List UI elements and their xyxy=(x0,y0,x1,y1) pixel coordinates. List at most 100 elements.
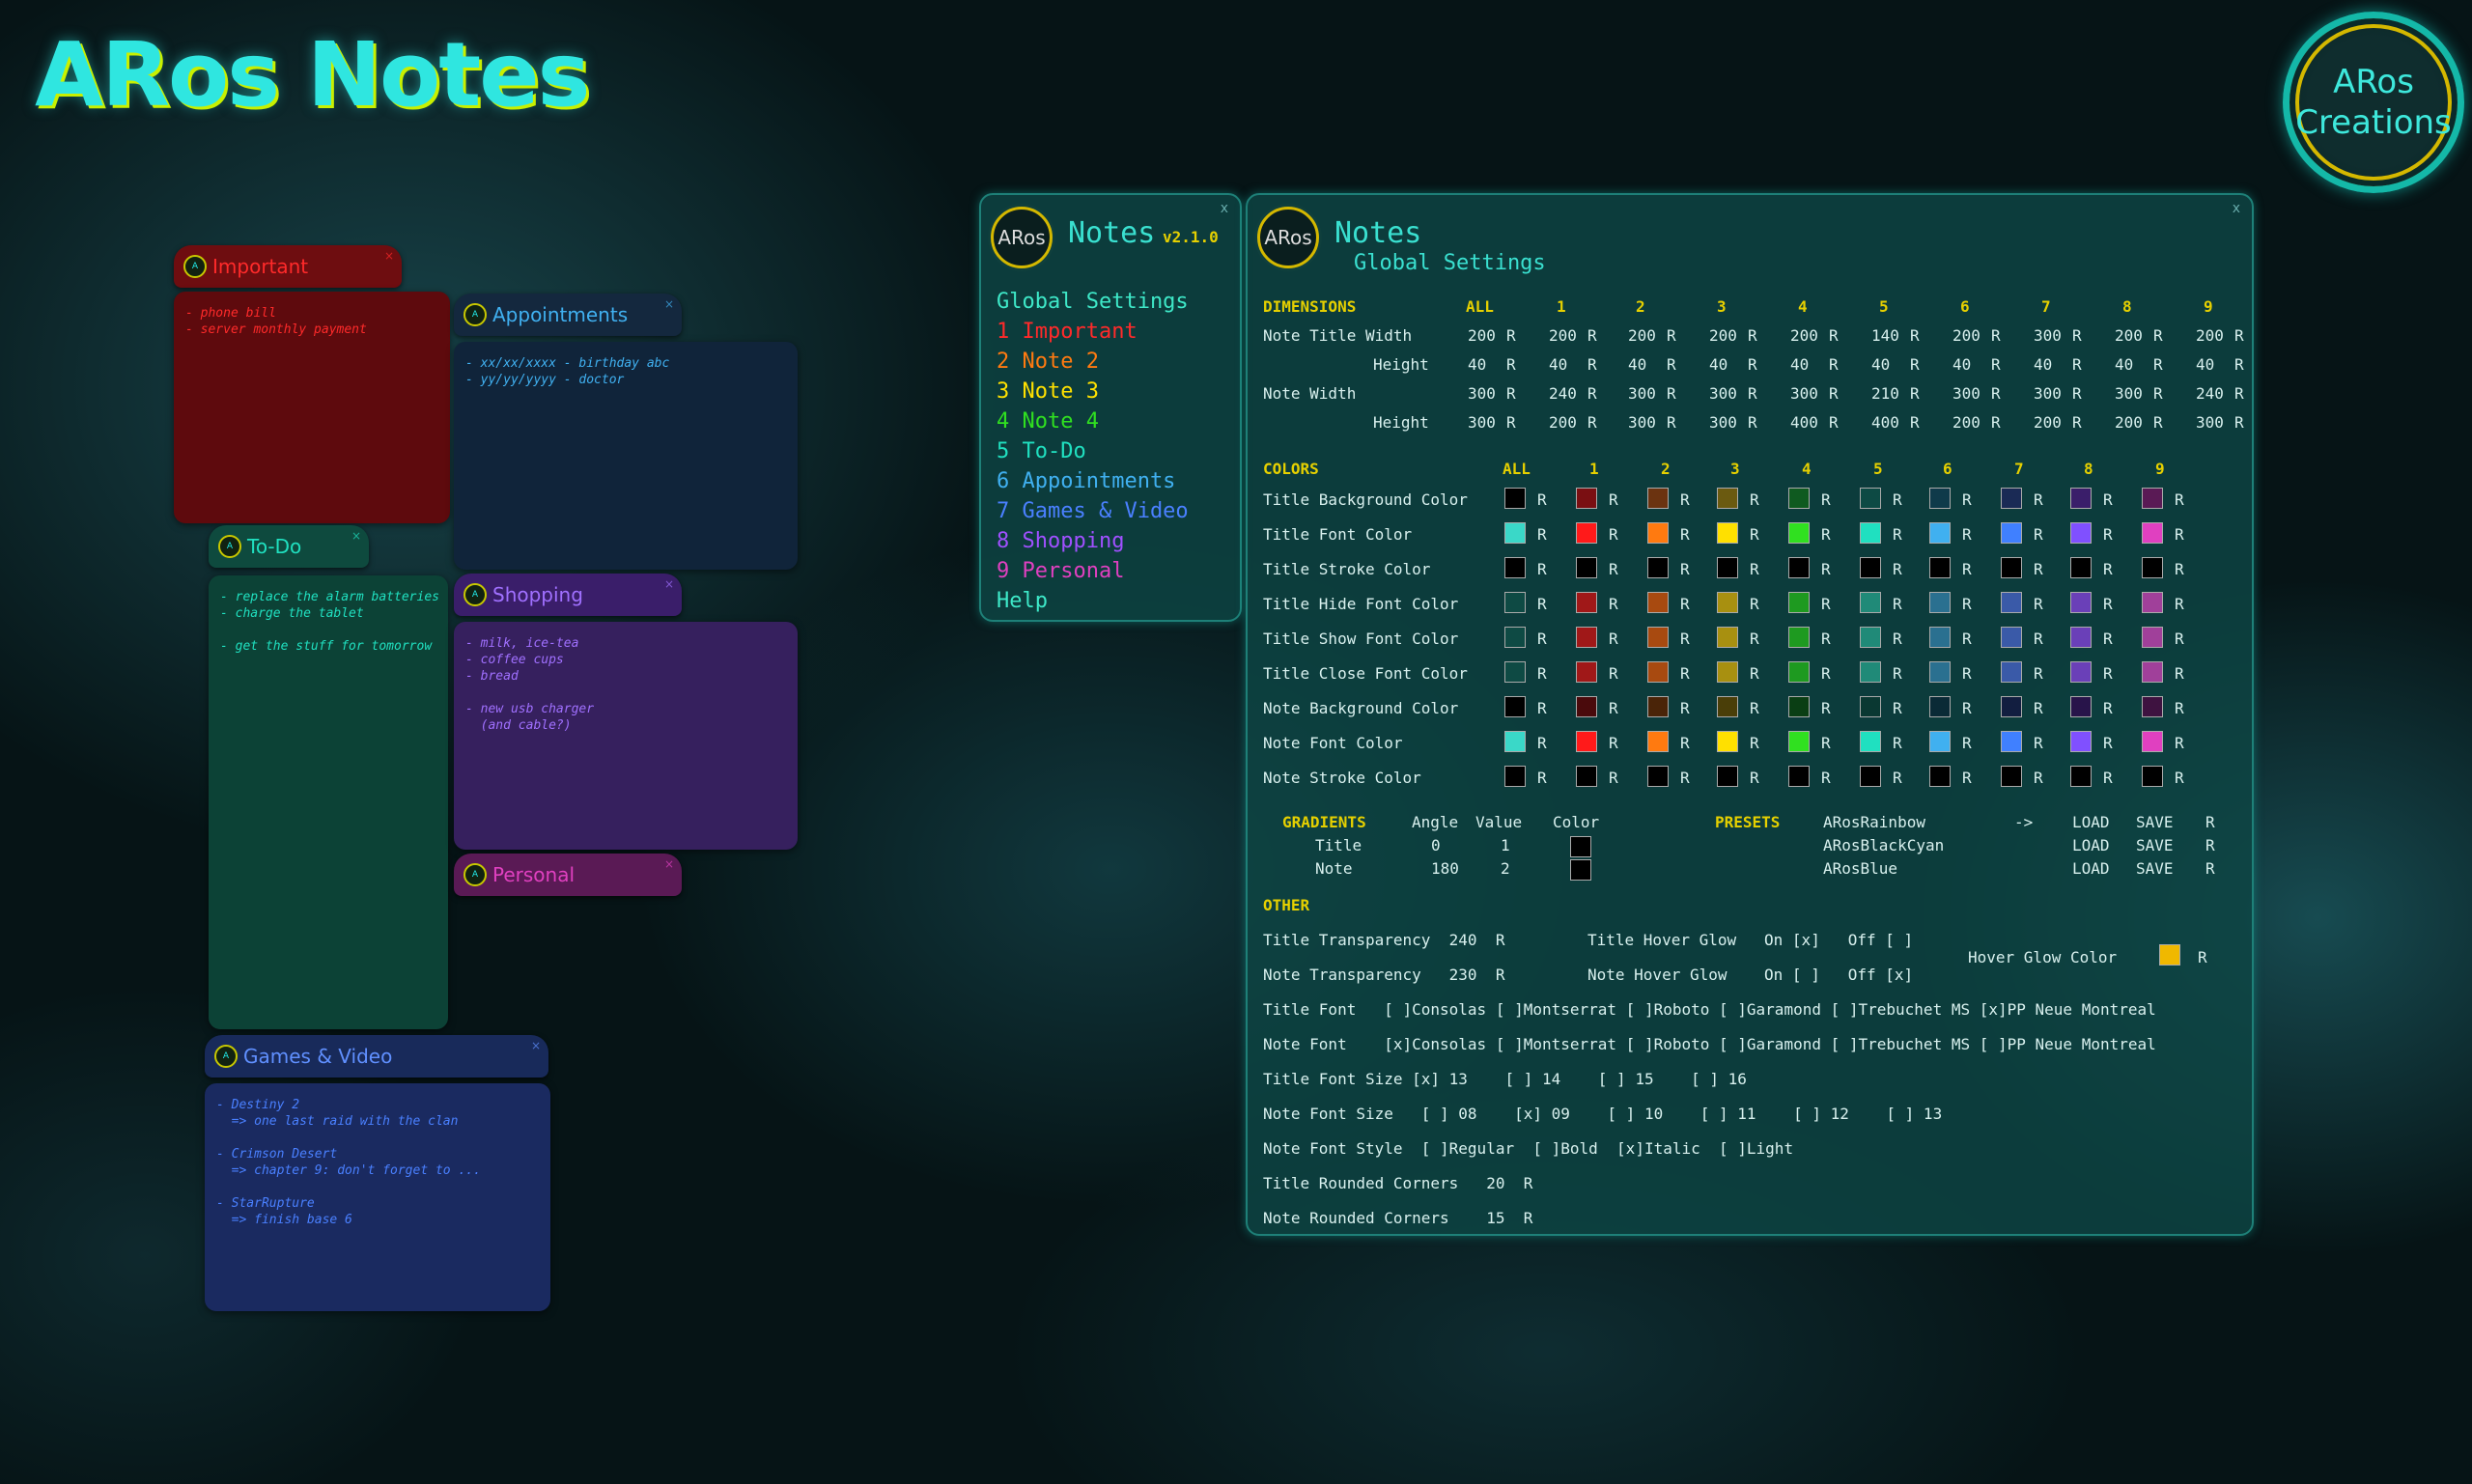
dimension-value[interactable]: 200 xyxy=(2115,326,2143,345)
dimension-value[interactable]: 40 xyxy=(1709,355,1728,374)
reset-button[interactable]: R xyxy=(1748,384,1757,403)
reset-button[interactable]: R xyxy=(2034,664,2043,683)
color-swatch[interactable] xyxy=(1576,557,1597,578)
color-swatch[interactable] xyxy=(2142,731,2163,752)
reset-button[interactable]: R xyxy=(1680,490,1690,509)
other-setting-row[interactable]: Note Font [x]Consolas [ ]Montserrat [ ]R… xyxy=(1263,1035,2156,1053)
dimension-value[interactable]: 300 xyxy=(1709,384,1737,403)
color-swatch[interactable] xyxy=(1717,627,1738,648)
color-swatch[interactable] xyxy=(1929,627,1951,648)
reset-button[interactable]: R xyxy=(1893,560,1902,578)
other-setting-row[interactable]: Title Rounded Corners 20 R xyxy=(1263,1174,1532,1192)
reset-button[interactable]: R xyxy=(1750,664,1759,683)
reset-button[interactable]: R xyxy=(2072,384,2082,403)
reset-button[interactable]: R xyxy=(2103,525,2113,544)
other-setting-row[interactable]: Title Font [ ]Consolas [ ]Montserrat [ ]… xyxy=(1263,1000,2156,1019)
reset-button[interactable]: R xyxy=(1910,384,1920,403)
reset-button[interactable]: R xyxy=(2103,560,2113,578)
color-swatch[interactable] xyxy=(2001,766,2022,787)
reset-button[interactable]: R xyxy=(1587,355,1597,374)
dimension-value[interactable]: 200 xyxy=(1549,413,1577,432)
reset-button[interactable]: R xyxy=(2034,769,2043,787)
dimension-value[interactable]: 40 xyxy=(2034,355,2052,374)
reset-button[interactable]: R xyxy=(1962,560,1972,578)
reset-button[interactable]: R xyxy=(1821,560,1831,578)
reset-button[interactable]: R xyxy=(1750,734,1759,752)
color-swatch[interactable] xyxy=(1929,488,1951,509)
color-swatch[interactable] xyxy=(2142,488,2163,509)
other-setting-row[interactable]: Note Transparency 230 R xyxy=(1263,966,1504,984)
reset-button[interactable]: R xyxy=(1680,630,1690,648)
menu-important[interactable]: 1 Important xyxy=(997,320,1138,344)
note-title-todo[interactable]: A To-Do × xyxy=(209,525,369,568)
reset-button[interactable]: R xyxy=(1609,734,1618,752)
hover-glow-setting[interactable]: Title Hover Glow On [x] Off [ ] xyxy=(1587,931,1913,949)
reset-button[interactable]: R xyxy=(1821,525,1831,544)
gradient-value[interactable]: 1 xyxy=(1501,836,1510,854)
color-swatch[interactable] xyxy=(1576,731,1597,752)
dimension-value[interactable]: 200 xyxy=(1549,326,1577,345)
color-swatch[interactable] xyxy=(1647,522,1669,544)
dimension-value[interactable]: 40 xyxy=(1790,355,1809,374)
note-title-important[interactable]: A Important × xyxy=(174,245,402,288)
reset-button[interactable]: R xyxy=(2175,664,2184,683)
dimension-value[interactable]: 200 xyxy=(1952,413,1980,432)
reset-button[interactable]: R xyxy=(1680,699,1690,717)
reset-button[interactable]: R xyxy=(1748,355,1757,374)
color-swatch[interactable] xyxy=(2001,592,2022,613)
dimension-value[interactable]: 240 xyxy=(1549,384,1577,403)
dimension-value[interactable]: 40 xyxy=(1628,355,1646,374)
reset-button[interactable]: R xyxy=(1910,413,1920,432)
reset-button[interactable]: R xyxy=(1962,734,1972,752)
dimension-value[interactable]: 300 xyxy=(1952,384,1980,403)
dimension-value[interactable]: 300 xyxy=(1628,413,1656,432)
color-swatch[interactable] xyxy=(1647,766,1669,787)
reset-button[interactable]: R xyxy=(1821,595,1831,613)
color-swatch[interactable] xyxy=(1717,522,1738,544)
reset-button[interactable]: R xyxy=(1991,355,2001,374)
preset-save-button[interactable]: SAVE xyxy=(2136,859,2174,878)
reset-button[interactable]: R xyxy=(1680,769,1690,787)
reset-button[interactable]: R xyxy=(2072,413,2082,432)
reset-button[interactable]: R xyxy=(1506,326,1516,345)
color-swatch[interactable] xyxy=(1647,627,1669,648)
reset-button[interactable]: R xyxy=(1609,490,1618,509)
reset-button[interactable]: R xyxy=(2198,948,2207,966)
color-swatch[interactable] xyxy=(2142,766,2163,787)
color-swatch[interactable] xyxy=(2070,661,2092,683)
reset-button[interactable]: R xyxy=(1506,413,1516,432)
dimension-value[interactable]: 40 xyxy=(1952,355,1971,374)
dimension-value[interactable]: 200 xyxy=(1709,326,1737,345)
color-swatch[interactable] xyxy=(2070,592,2092,613)
color-swatch[interactable] xyxy=(1929,522,1951,544)
reset-button[interactable]: R xyxy=(1537,595,1547,613)
dimension-value[interactable]: 300 xyxy=(1790,384,1818,403)
note-appointments[interactable]: - xx/xx/xxxx - birthday abc - yy/yy/yyyy… xyxy=(454,342,798,570)
reset-button[interactable]: R xyxy=(1680,560,1690,578)
other-setting-row[interactable]: Title Font Size [x] 13 [ ] 14 [ ] 15 [ ]… xyxy=(1263,1070,1747,1088)
reset-button[interactable]: R xyxy=(2034,734,2043,752)
reset-button[interactable]: R xyxy=(2234,384,2244,403)
dimension-value[interactable]: 300 xyxy=(1709,413,1737,432)
reset-button[interactable]: R xyxy=(1750,525,1759,544)
reset-button[interactable]: R xyxy=(1821,490,1831,509)
close-icon[interactable]: × xyxy=(664,857,674,871)
menu-games-video[interactable]: 7 Games & Video xyxy=(997,499,1189,523)
reset-button[interactable]: R xyxy=(2034,595,2043,613)
reset-button[interactable]: R xyxy=(1821,734,1831,752)
dimension-value[interactable]: 40 xyxy=(1549,355,1567,374)
hover-glow-color-swatch[interactable] xyxy=(2159,944,2180,966)
reset-button[interactable]: R xyxy=(1667,413,1676,432)
reset-button[interactable]: R xyxy=(1893,525,1902,544)
reset-button[interactable]: R xyxy=(2175,734,2184,752)
menu-help[interactable]: Help xyxy=(997,589,1048,613)
reset-button[interactable]: R xyxy=(1537,734,1547,752)
reset-button[interactable]: R xyxy=(1680,734,1690,752)
dimension-value[interactable]: 210 xyxy=(1871,384,1899,403)
reset-button[interactable]: R xyxy=(1506,355,1516,374)
other-setting-row[interactable]: Title Transparency 240 R xyxy=(1263,931,1504,949)
dimension-value[interactable]: 300 xyxy=(2115,384,2143,403)
reset-button[interactable]: R xyxy=(2103,664,2113,683)
color-swatch[interactable] xyxy=(1860,731,1881,752)
color-swatch[interactable] xyxy=(1504,661,1526,683)
